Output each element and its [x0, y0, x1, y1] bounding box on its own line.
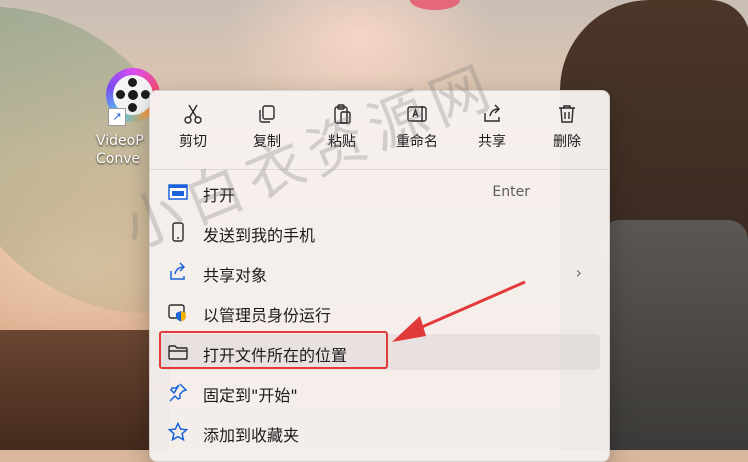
menu-item-label: 打开	[203, 186, 236, 205]
rename-button[interactable]: 重命名	[382, 103, 452, 159]
copy-icon	[259, 105, 275, 123]
phone-icon	[172, 222, 184, 242]
menu-item-label: 发送到我的手机	[203, 226, 316, 245]
open-window-icon	[168, 184, 188, 200]
trash-icon	[559, 105, 575, 123]
shortcut-arrow-icon: ↗	[108, 108, 126, 126]
rename-icon	[407, 106, 427, 122]
menu-item-add-to-favorites[interactable]: 添加到收藏夹	[160, 414, 600, 450]
menu-item-pin-to-start[interactable]: 固定到"开始"	[160, 374, 600, 410]
paste-button[interactable]: 粘贴	[307, 103, 377, 159]
copy-label: 复制	[253, 134, 281, 150]
wallpaper-backpack	[600, 220, 748, 450]
clipboard-icon	[334, 104, 351, 124]
star-icon	[168, 422, 188, 442]
menu-item-label: 共享对象	[203, 266, 268, 285]
context-menu-toolbar: 剪切 复制 粘贴 重命名 共享 删除	[150, 91, 609, 161]
annotation-arrow-icon	[392, 280, 526, 342]
annotation-highlight-box	[159, 331, 388, 369]
menu-item-open[interactable]: 打开 Enter	[160, 174, 600, 210]
rename-label: 重命名	[396, 134, 438, 150]
share-label: 共享	[478, 134, 506, 150]
submenu-chevron-icon: ›	[575, 263, 582, 282]
paste-label: 粘贴	[328, 134, 356, 150]
pin-icon	[169, 383, 188, 402]
copy-button[interactable]: 复制	[232, 103, 302, 159]
menu-item-send-to-phone[interactable]: 发送到我的手机	[160, 214, 600, 250]
desktop-icon-label: VideoP Conve	[96, 133, 144, 167]
wallpaper-ground	[0, 330, 170, 450]
scissors-icon	[184, 104, 202, 124]
share-button[interactable]: 共享	[457, 103, 527, 159]
shield-icon	[168, 304, 186, 322]
delete-label: 删除	[553, 134, 581, 150]
menu-divider	[150, 169, 609, 170]
menu-item-label: 以管理员身份运行	[203, 306, 332, 325]
cut-label: 剪切	[179, 134, 207, 150]
cut-button[interactable]: 剪切	[158, 103, 228, 159]
share-icon	[170, 262, 186, 280]
menu-item-label: 添加到收藏夹	[203, 426, 300, 445]
delete-button[interactable]: 删除	[532, 103, 602, 159]
menu-item-label: 固定到"开始"	[203, 386, 298, 405]
share-icon	[484, 104, 500, 122]
wallpaper-flower	[410, 0, 460, 10]
shortcut-hint: Enter	[492, 184, 530, 200]
